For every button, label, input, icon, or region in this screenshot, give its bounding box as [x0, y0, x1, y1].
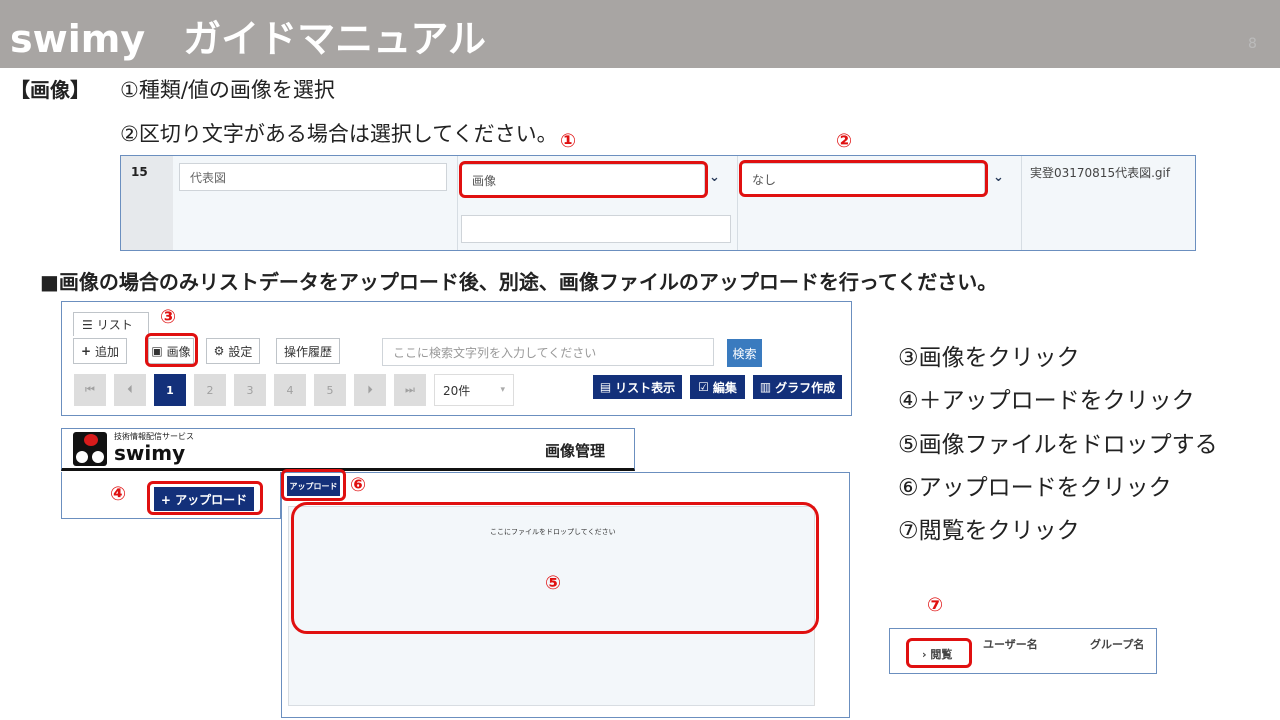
- section-label: 【画像】: [10, 78, 90, 102]
- edit-button[interactable]: ☑ 編集: [690, 375, 745, 399]
- group-column-header: グループ名: [1090, 638, 1145, 651]
- cell-divider: [737, 156, 738, 250]
- tab-list-label: リスト: [96, 318, 133, 332]
- highlight-image-button: [145, 333, 198, 367]
- chevron-down-icon[interactable]: ⌄: [993, 170, 1004, 185]
- prev-page-button[interactable]: ⏴: [114, 374, 146, 406]
- highlight-drop-zone: [291, 502, 819, 634]
- step-1-text: ①種類/値の画像を選択: [120, 78, 335, 102]
- step-6-text: ⑥アップロードをクリック: [898, 475, 1172, 501]
- settings-label: 設定: [228, 344, 253, 359]
- add-button[interactable]: + 追加: [73, 338, 127, 364]
- first-page-button[interactable]: ⏮: [74, 374, 106, 406]
- highlight-type-select: [459, 161, 708, 198]
- marker-1: ①: [560, 130, 577, 152]
- notice-text: ■画像の場合のみリストデータをアップロード後、別途、画像ファイルのアップロードを…: [40, 270, 998, 294]
- brand-name: swimy: [114, 441, 186, 465]
- user-column-header: ユーザー名: [983, 638, 1038, 651]
- value-input[interactable]: [461, 215, 731, 243]
- page-button-2[interactable]: 2: [194, 374, 226, 406]
- per-page-select[interactable]: 20件 ▾: [434, 374, 514, 406]
- bar-chart-icon: ▥: [759, 380, 772, 394]
- page-button-1[interactable]: 1: [154, 374, 186, 406]
- highlight-upload-button: [281, 469, 346, 501]
- edit-label: 編集: [712, 380, 737, 395]
- tab-list[interactable]: ☰ リスト: [73, 312, 149, 336]
- marker-5: ⑤: [545, 572, 562, 594]
- step-3-text: ③画像をクリック: [898, 345, 1080, 371]
- caret-down-icon: ▾: [500, 385, 505, 395]
- step-7-text: ⑦閲覧をクリック: [898, 518, 1080, 544]
- list-icon: ▤: [599, 380, 612, 394]
- step-2-text: ②区切り文字がある場合は選択してください。: [120, 122, 558, 146]
- search-input[interactable]: ここに検索文字列を入力してください: [382, 338, 714, 366]
- history-button[interactable]: 操作履歴: [276, 338, 340, 364]
- slide-title: swimy ガイドマニュアル: [10, 17, 486, 61]
- column-name-input[interactable]: 代表図: [179, 163, 447, 191]
- step-5-text: ⑤画像ファイルをドロップする: [898, 432, 1218, 458]
- highlight-upload-plus: [147, 481, 263, 515]
- list-view-button[interactable]: ▤ リスト表示: [593, 375, 682, 399]
- settings-button[interactable]: ⚙ 設定: [206, 338, 260, 364]
- gear-icon: ⚙: [213, 344, 225, 358]
- swimy-logo-icon: [73, 432, 107, 466]
- list-view-label: リスト表示: [615, 380, 676, 395]
- marker-2: ②: [836, 130, 853, 152]
- search-button[interactable]: 検索: [727, 339, 762, 367]
- plus-icon: +: [80, 344, 92, 358]
- last-page-button[interactable]: ⏭: [394, 374, 426, 406]
- marker-3: ③: [160, 306, 177, 328]
- marker-7: ⑦: [927, 594, 944, 616]
- highlight-separator-select: [739, 160, 988, 197]
- cell-divider: [1021, 156, 1022, 250]
- per-page-value: 20件: [443, 383, 471, 398]
- graph-label: グラフ作成: [775, 380, 836, 395]
- marker-6: ⑥: [350, 474, 367, 496]
- chevron-down-icon[interactable]: ⌄: [709, 170, 720, 185]
- image-manager-title: 画像管理: [545, 442, 606, 460]
- add-label: 追加: [95, 344, 120, 359]
- page-button-4[interactable]: 4: [274, 374, 306, 406]
- page-button-3[interactable]: 3: [234, 374, 266, 406]
- graph-button[interactable]: ▥ グラフ作成: [753, 375, 842, 399]
- cell-divider: [457, 156, 458, 250]
- marker-4: ④: [110, 483, 127, 505]
- page-number: 8: [1248, 36, 1257, 52]
- next-page-button[interactable]: ⏵: [354, 374, 386, 406]
- file-name: 実登03170815代表図.gif: [1030, 166, 1171, 180]
- step-4-text: ④＋アップロードをクリック: [898, 388, 1195, 414]
- edit-icon: ☑: [698, 380, 709, 394]
- row-number: 15: [131, 165, 148, 179]
- page-button-5[interactable]: 5: [314, 374, 346, 406]
- menu-icon: ☰: [82, 317, 93, 332]
- highlight-browse-button: [906, 638, 972, 668]
